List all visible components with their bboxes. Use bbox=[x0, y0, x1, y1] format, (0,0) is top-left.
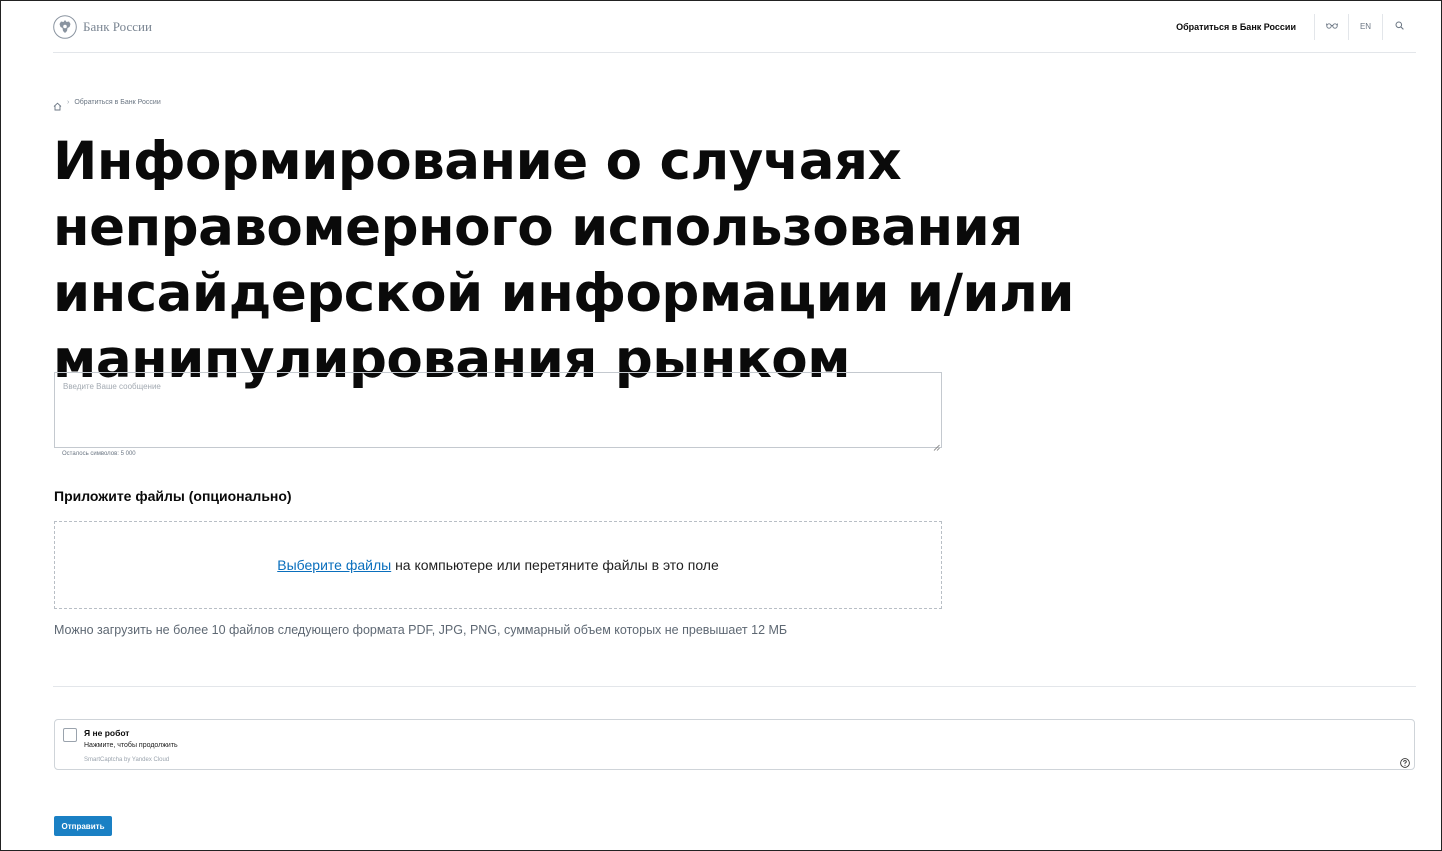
file-dropzone[interactable]: Выберите файлы на компьютере или перетян… bbox=[54, 521, 942, 609]
smartcaptcha-widget: Я не робот Нажмите, чтобы продолжить Sma… bbox=[54, 719, 1415, 770]
char-counter: Осталось символов: 5 000 bbox=[62, 451, 136, 457]
logo[interactable]: Банк России bbox=[53, 12, 152, 42]
question-icon[interactable] bbox=[1400, 755, 1410, 768]
glasses-icon bbox=[1325, 22, 1338, 31]
page-frame: Банк России Обратиться в Банк России EN bbox=[0, 0, 1442, 851]
logo-text: Банк России bbox=[83, 18, 152, 34]
breadcrumb-separator: › bbox=[67, 99, 70, 106]
choose-files-link[interactable]: Выберите файлы bbox=[277, 557, 391, 573]
eagle-emblem-icon bbox=[53, 14, 77, 39]
language-switch[interactable]: EN bbox=[1348, 13, 1382, 40]
accessibility-button[interactable] bbox=[1314, 13, 1348, 40]
header-actions: Обратиться в Банк России EN bbox=[1176, 1, 1416, 52]
dropzone-hint: на компьютере или перетяните файлы в это… bbox=[391, 557, 719, 573]
captcha-title: Я не робот bbox=[84, 728, 130, 738]
message-field-wrapper bbox=[54, 372, 942, 451]
breadcrumb-item-contact[interactable]: Обратиться в Банк России bbox=[74, 99, 160, 106]
site-header: Банк России Обратиться в Банк России EN bbox=[53, 1, 1416, 53]
upload-limits-note: Можно загрузить не более 10 файлов следу… bbox=[54, 623, 788, 637]
contact-bank-link[interactable]: Обратиться в Банк России bbox=[1176, 22, 1296, 32]
captcha-subtitle: Нажмите, чтобы продолжить bbox=[84, 742, 178, 749]
search-button[interactable] bbox=[1382, 13, 1416, 40]
captcha-checkbox[interactable] bbox=[63, 728, 77, 742]
message-textarea[interactable] bbox=[55, 373, 941, 447]
section-divider bbox=[53, 686, 1416, 687]
page-title: Информирование о случаях неправомерного … bbox=[53, 131, 1075, 390]
breadcrumb: › Обратиться в Банк России bbox=[53, 98, 161, 111]
attach-files-heading: Приложите файлы (опционально) bbox=[54, 488, 292, 504]
dropzone-label: Выберите файлы на компьютере или перетян… bbox=[277, 557, 719, 573]
captcha-brand[interactable]: SmartCaptcha by Yandex Cloud bbox=[84, 757, 169, 763]
home-icon[interactable] bbox=[53, 98, 62, 111]
submit-button[interactable]: Отправить bbox=[54, 816, 112, 836]
search-icon bbox=[1395, 21, 1404, 32]
resize-handle-icon[interactable] bbox=[932, 438, 940, 451]
